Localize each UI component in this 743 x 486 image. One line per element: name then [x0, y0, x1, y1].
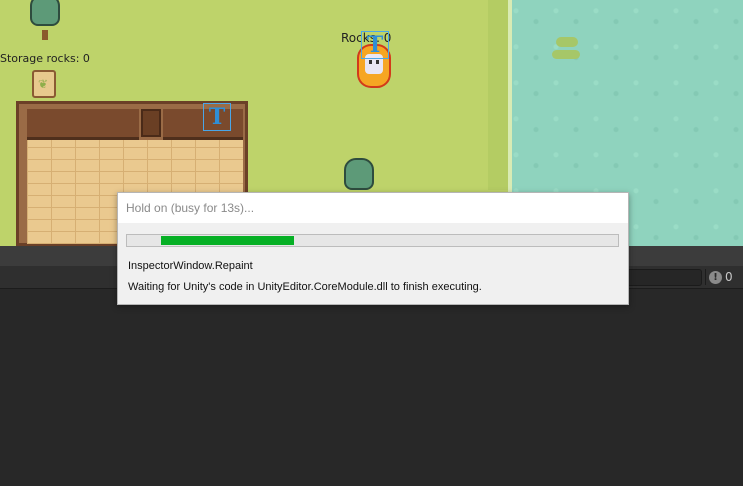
dialog-titlebar: Hold on (busy for 13s)... [118, 193, 628, 223]
lily-pad [552, 50, 580, 59]
progress-fill [161, 236, 294, 245]
warning-icon: ! [709, 270, 722, 284]
sign-glyph: ❦ [38, 77, 49, 91]
busy-progress-dialog: Hold on (busy for 13s)... InspectorWindo… [117, 192, 629, 305]
toolbar-separator [705, 269, 706, 285]
grass-edge [488, 0, 508, 190]
warning-count-toggle[interactable]: ! 0 [705, 269, 733, 285]
text-gizmo-icon[interactable]: T [203, 103, 231, 131]
progress-bar [126, 234, 619, 247]
dialog-task-name: InspectorWindow.Repaint [128, 260, 253, 272]
dialog-title: Hold on (busy for 13s)... [126, 201, 255, 215]
storage-rocks-label: Storage rocks: 0 [0, 52, 90, 65]
sign-icon: ❦ [32, 70, 56, 98]
warning-count: 0 [725, 270, 733, 284]
house-door [141, 109, 161, 137]
house-roof-left [27, 109, 139, 140]
dialog-message: Waiting for Unity's code in UnityEditor.… [128, 281, 482, 293]
text-gizmo-icon[interactable]: T [361, 31, 389, 59]
lily-pad [556, 37, 578, 47]
